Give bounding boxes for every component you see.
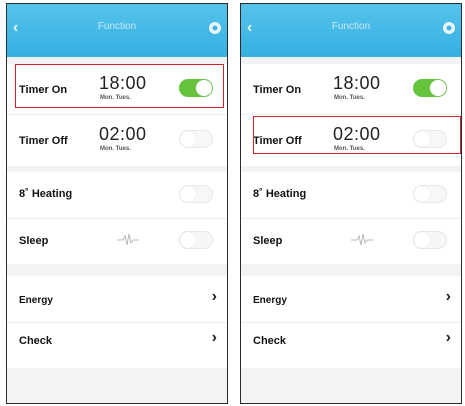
energy-label: Energy (253, 295, 287, 306)
header-title: Function (97, 21, 137, 32)
settings-section: Energy › Check › (7, 276, 227, 368)
mode-section: 8˚ Heating Sleep (241, 172, 461, 264)
gear-icon[interactable] (207, 20, 223, 36)
check-row[interactable]: Check › (7, 322, 227, 368)
energy-label: Energy (19, 295, 53, 306)
timer-off-row[interactable]: Timer Off 02:00 Mon. Tues. (7, 117, 227, 163)
timer-on-toggle[interactable] (413, 79, 447, 97)
divider (241, 114, 461, 115)
toggle-knob (180, 186, 196, 202)
toggle-knob (430, 80, 446, 96)
settings-section: Energy › Check › (241, 276, 461, 368)
timer-off-highlight (253, 116, 461, 154)
timer-on-days: Mon. Tues. (334, 95, 365, 101)
mode-section: 8˚ Heating Sleep (7, 172, 227, 264)
phone-screen-left: ‹ Function Timer On 18:00 Mon. Tues. Tim… (6, 3, 228, 404)
toggle-knob (414, 232, 430, 248)
chevron-right-icon[interactable]: › (212, 288, 217, 306)
timer-off-days: Mon. Tues. (100, 146, 131, 152)
sleep-curve-icon[interactable] (117, 231, 139, 249)
check-row[interactable]: Check › (241, 322, 461, 368)
check-label: Check (253, 335, 287, 347)
timer-off-toggle[interactable] (179, 130, 213, 148)
heating-row[interactable]: 8˚ Heating (7, 172, 227, 218)
energy-row[interactable]: Energy › (241, 276, 461, 322)
timer-on-time[interactable]: 18:00 (333, 73, 381, 94)
sleep-label: Sleep (253, 235, 283, 247)
header-title: Function (331, 21, 371, 32)
chevron-right-icon[interactable]: › (212, 329, 217, 347)
gear-icon[interactable] (441, 20, 457, 36)
sleep-curve-icon[interactable] (351, 231, 373, 249)
timer-on-highlight (15, 64, 224, 108)
toggle-knob (414, 186, 430, 202)
check-label: Check (19, 335, 53, 347)
timer-on-label: Timer On (253, 84, 302, 96)
heating-toggle[interactable] (179, 185, 213, 203)
timer-off-time[interactable]: 02:00 (99, 124, 147, 145)
sleep-label: Sleep (19, 235, 49, 247)
heating-label: 8˚ Heating (253, 188, 307, 200)
sleep-row[interactable]: Sleep (7, 218, 227, 264)
chevron-right-icon[interactable]: › (446, 329, 451, 347)
phone-screen-right: ‹ Function Timer On 18:00 Mon. Tues. Tim… (240, 3, 462, 404)
toggle-knob (180, 131, 196, 147)
sleep-toggle[interactable] (413, 231, 447, 249)
heating-row[interactable]: 8˚ Heating (241, 172, 461, 218)
divider (7, 114, 227, 115)
energy-row[interactable]: Energy › (7, 276, 227, 322)
heating-toggle[interactable] (413, 185, 447, 203)
toggle-knob (180, 232, 196, 248)
timer-on-row[interactable]: Timer On 18:00 Mon. Tues. (241, 66, 461, 112)
sleep-toggle[interactable] (179, 231, 213, 249)
app-header: ‹ Function (7, 4, 227, 57)
sleep-row[interactable]: Sleep (241, 218, 461, 264)
heating-label: 8˚ Heating (19, 188, 73, 200)
app-header: ‹ Function (241, 4, 461, 57)
chevron-right-icon[interactable]: › (446, 288, 451, 306)
timer-off-label: Timer Off (19, 135, 68, 147)
